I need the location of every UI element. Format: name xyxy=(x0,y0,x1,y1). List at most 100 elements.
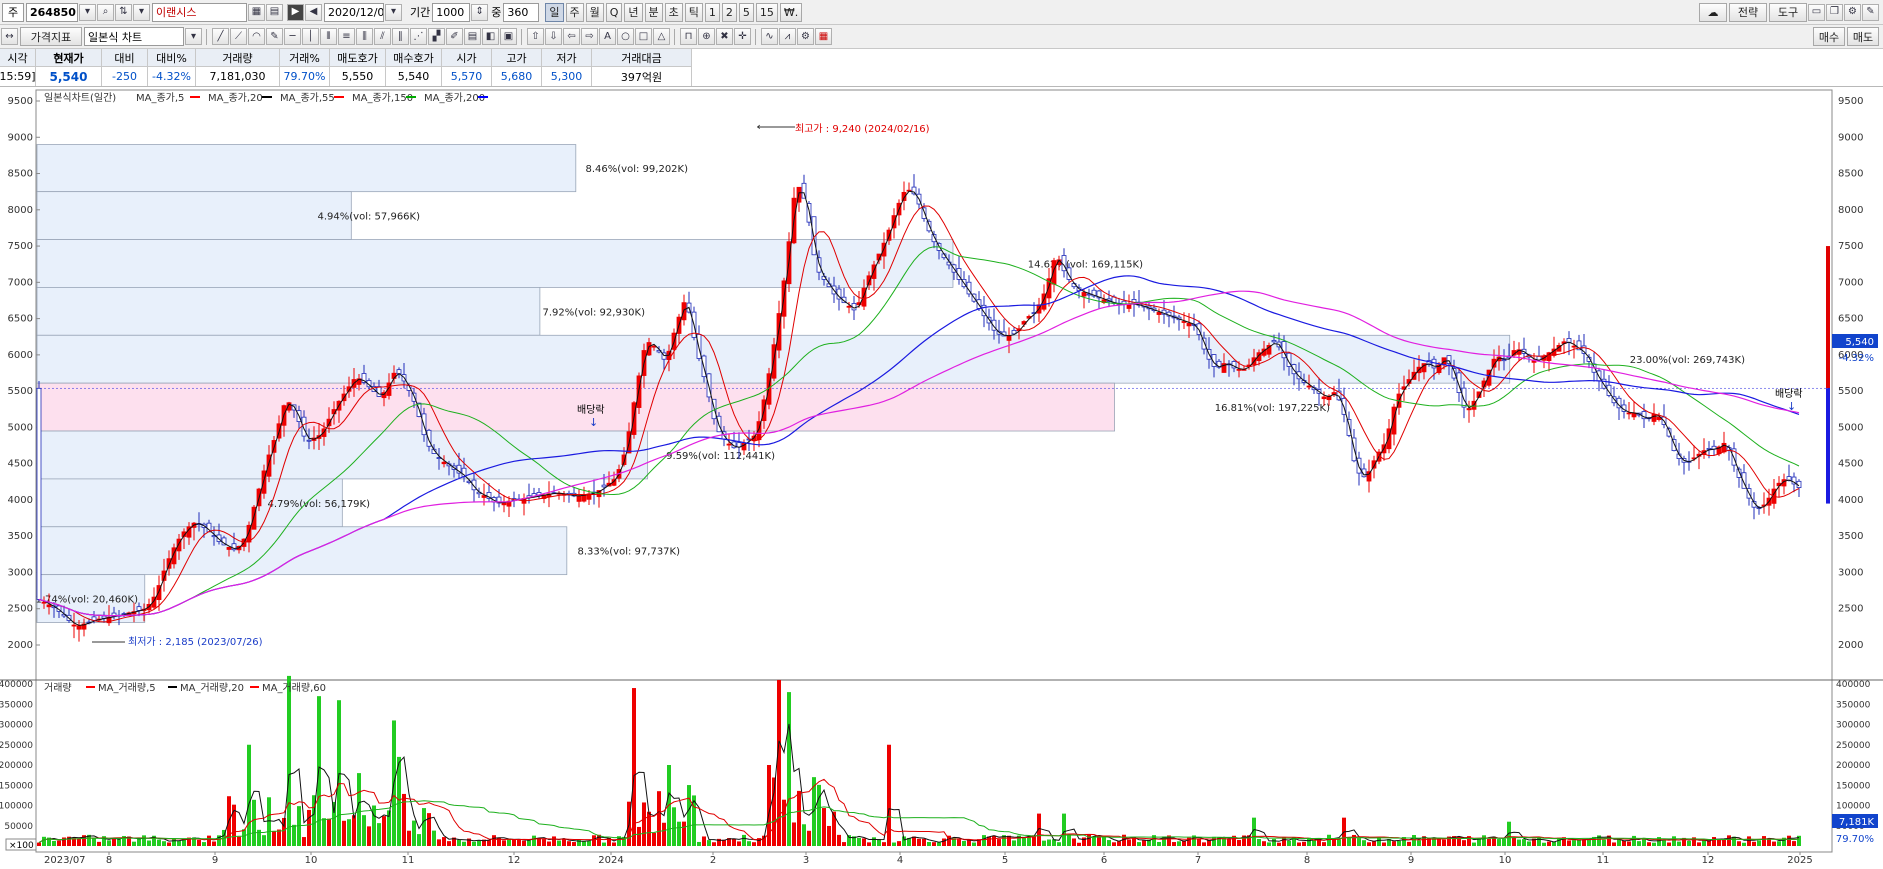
period-button-won[interactable]: ₩. xyxy=(779,2,803,22)
volume-bar xyxy=(132,841,136,846)
rectangle-icon[interactable]: □ xyxy=(635,28,652,45)
stock-code-input[interactable]: 264850 xyxy=(26,2,78,22)
settings-icon[interactable]: ⚙ xyxy=(1844,3,1861,21)
wrench-icon[interactable]: ✎ xyxy=(1862,3,1879,21)
triangle-icon[interactable]: △ xyxy=(653,28,670,45)
volume-bar xyxy=(1272,838,1276,846)
volume-bar xyxy=(1267,842,1271,846)
period-button-5[interactable]: 5 xyxy=(738,2,754,22)
cycle-lines-icon[interactable]: ⦀ xyxy=(320,28,337,45)
volume-bar xyxy=(397,756,401,846)
brush-icon[interactable]: ✐ xyxy=(446,28,463,45)
volume-bar xyxy=(982,835,986,846)
period-button-second[interactable]: 초 xyxy=(664,2,683,22)
fibonacci-icon[interactable]: ≡ xyxy=(338,28,355,45)
stock-chart[interactable]: 8.46%(vol: 99,202K) 4.94%(vol: 57,966K) 14… xyxy=(0,87,1883,869)
period-button-1[interactable]: 1 xyxy=(704,2,720,22)
time-zone-icon[interactable]: ⫼ xyxy=(356,28,373,45)
period-button-tick[interactable]: 틱 xyxy=(684,2,703,22)
chart-icon[interactable]: ▤ xyxy=(464,28,481,45)
volume-bar xyxy=(1237,839,1241,846)
folder-icon[interactable]: ▭ xyxy=(1808,3,1825,21)
ray-icon[interactable]: ⟋ xyxy=(230,28,247,45)
settings-icon[interactable]: ⚙ xyxy=(797,28,814,45)
candle-body xyxy=(71,624,77,627)
candle-body xyxy=(1321,396,1327,400)
volume-bar xyxy=(637,826,641,846)
play-icon[interactable]: ▶ xyxy=(287,3,304,21)
grid-icon[interactable]: ▦ xyxy=(248,3,265,21)
circle-icon[interactable]: ○ xyxy=(617,28,634,45)
cloud-icon[interactable]: ☁ xyxy=(1699,2,1727,22)
spin-icon[interactable]: ⇕ xyxy=(471,3,489,21)
date-axis-label: 3 xyxy=(803,855,809,866)
channel-icon[interactable]: ⫽ xyxy=(374,28,391,45)
arrow-down-icon[interactable]: ⇩ xyxy=(545,28,562,45)
market-type-select[interactable]: 주 xyxy=(2,2,24,22)
chevron-down-icon[interactable]: ▾ xyxy=(385,3,402,21)
count-input[interactable]: 360 xyxy=(503,2,540,22)
indicator-button[interactable]: 가격지표 xyxy=(20,27,82,46)
pencil-icon[interactable]: ✎ xyxy=(266,28,283,45)
quote-header: 거래대금 xyxy=(592,49,691,67)
date-input[interactable]: 2020/12/09 xyxy=(324,2,384,22)
strategy-button[interactable]: 전략 xyxy=(1729,2,1767,22)
volume-bar xyxy=(1627,841,1631,846)
fan-icon[interactable]: ⋰ xyxy=(410,28,427,45)
magnet-icon[interactable]: ⊓ xyxy=(680,28,697,45)
grid-icon[interactable]: ▦ xyxy=(815,28,832,45)
window-icon[interactable]: ❐ xyxy=(1826,3,1843,21)
zoom-icon[interactable]: ⊕ xyxy=(698,28,715,45)
volume-profile-label: 16.81%(vol: 197,225K) xyxy=(1215,403,1330,414)
chart-type-select[interactable]: 일본식 차트 xyxy=(84,27,184,46)
period-button-year[interactable]: 년 xyxy=(624,2,643,22)
gann-icon[interactable]: ▞ xyxy=(428,28,445,45)
frame-icon[interactable]: ▣ xyxy=(500,28,517,45)
buy-button[interactable]: 매수 xyxy=(1813,27,1845,46)
volume-bar xyxy=(172,838,176,846)
candle-body xyxy=(1391,406,1397,435)
period-button-quarter[interactable]: Q xyxy=(605,2,623,22)
period-input[interactable]: 1000 xyxy=(432,2,471,22)
sort-icon[interactable]: ⇅ xyxy=(115,3,132,21)
volume-bar xyxy=(347,819,351,846)
parallel-icon[interactable]: ∥ xyxy=(392,28,409,45)
tools-button[interactable]: 도구 xyxy=(1769,2,1807,22)
search-icon[interactable]: ⌕ xyxy=(97,3,114,21)
vertical-line-icon[interactable]: │ xyxy=(302,28,319,45)
volume-bar xyxy=(557,840,561,846)
stock-name-field[interactable]: 이랜시스 xyxy=(152,2,247,22)
period-button-week[interactable]: 주 xyxy=(565,2,584,22)
sell-button[interactable]: 매도 xyxy=(1847,27,1879,46)
quote-col-open: 시가 5,570 xyxy=(442,49,492,86)
period-button-month[interactable]: 월 xyxy=(585,2,604,22)
chevron-down-icon[interactable]: ▾ xyxy=(133,3,150,21)
arrow-left-icon[interactable]: ◀ xyxy=(305,3,322,21)
volume-bar xyxy=(1777,841,1781,846)
arrow-up-icon[interactable]: ⇧ xyxy=(527,28,544,45)
text-icon[interactable]: A xyxy=(599,28,616,45)
period-button-2[interactable]: 2 xyxy=(721,2,737,22)
volume-bar xyxy=(1702,840,1706,846)
volume-bar xyxy=(1497,839,1501,846)
expand-icon[interactable]: ↔ xyxy=(1,28,18,45)
delete-icon[interactable]: ✖ xyxy=(716,28,733,45)
arrow-right-icon[interactable]: ⇨ xyxy=(581,28,598,45)
candle-body xyxy=(1446,355,1452,364)
quote-value: 5,540 xyxy=(49,69,88,84)
wave-icon[interactable]: ∿ xyxy=(761,28,778,45)
chevron-down-icon[interactable]: ▾ xyxy=(79,3,96,21)
arrow-left-icon[interactable]: ⇦ xyxy=(563,28,580,45)
period-button-minute[interactable]: 분 xyxy=(644,2,663,22)
zigzag-icon[interactable]: ⩘ xyxy=(779,28,796,45)
horizontal-line-icon[interactable]: ─ xyxy=(284,28,301,45)
volume-bar xyxy=(1337,839,1341,846)
fill-icon[interactable]: ◧ xyxy=(482,28,499,45)
arc-icon[interactable]: ◠ xyxy=(248,28,265,45)
chevron-down-icon[interactable]: ▾ xyxy=(185,28,202,45)
period-button-15[interactable]: 15 xyxy=(755,2,778,22)
crosshair-icon[interactable]: ✛ xyxy=(734,28,751,45)
period-button-day[interactable]: 일 xyxy=(545,2,564,22)
trendline-icon[interactable]: ╱ xyxy=(212,28,229,45)
list-icon[interactable]: ▤ xyxy=(266,3,283,21)
